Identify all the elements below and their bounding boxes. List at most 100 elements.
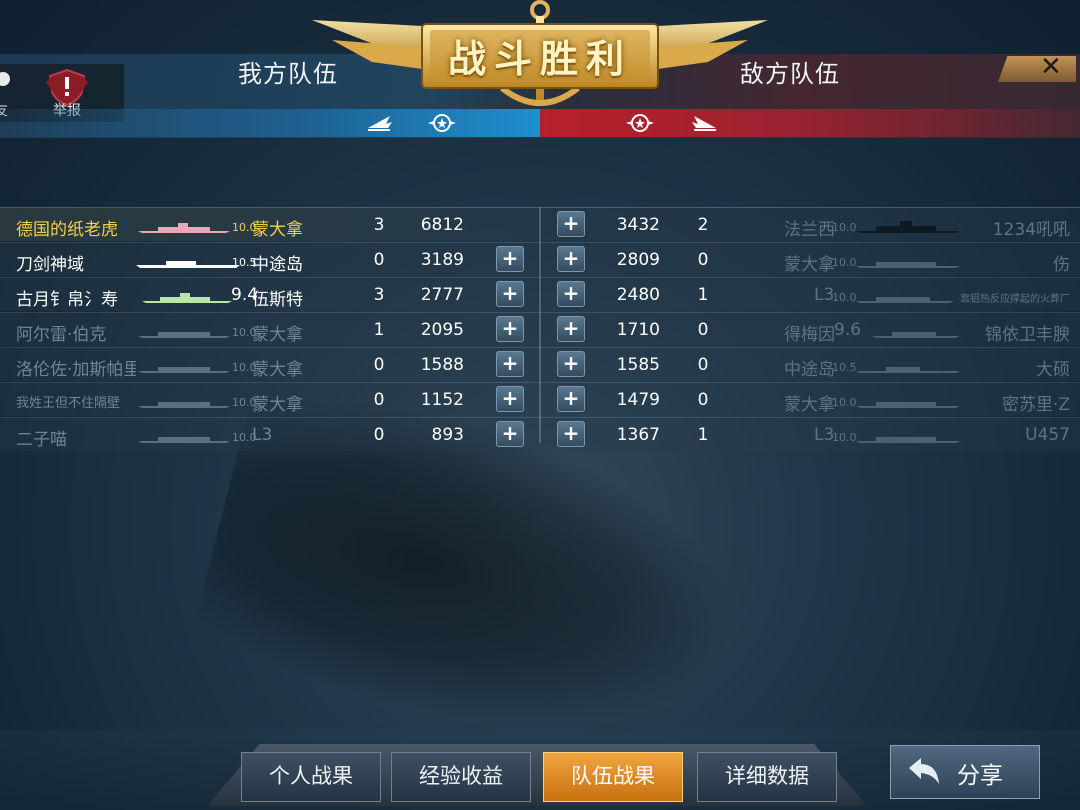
enemy-ship-silhouette-icon	[856, 297, 954, 303]
ship-name: L3	[252, 425, 273, 445]
ship-silhouette-icon	[138, 437, 230, 443]
add-friend-enemy-button[interactable]: +	[557, 281, 585, 307]
ship-silhouette-icon	[138, 402, 230, 408]
ship-name: 蒙大拿	[252, 360, 303, 380]
kills-icon	[368, 116, 392, 131]
add-friend-button[interactable]: +	[496, 281, 524, 307]
enemy-ship-tier: 10.0	[832, 291, 857, 304]
player-name[interactable]: 二子喵	[16, 425, 136, 450]
score-emblem-icon	[428, 114, 456, 132]
enemy-player-name[interactable]: 靠铝热反应撑起的火葬厂	[960, 290, 1070, 305]
enemy-ship-silhouette-icon	[856, 221, 960, 233]
score-value: 1588	[420, 355, 464, 375]
kills-value: 0	[373, 355, 385, 375]
player-name[interactable]: 刀剑神域	[16, 250, 136, 275]
add-friend-enemy-button[interactable]: +	[557, 316, 585, 342]
share-label: 分享	[957, 763, 1003, 789]
enemy-ship-name: 蒙大拿	[784, 395, 835, 415]
scoreboard-row: 刀剑神域 10.5 中途岛 0 3189 + + 2809 0 蒙大拿 10.0…	[0, 242, 1080, 277]
enemy-score-value: 3432	[616, 215, 660, 235]
enemy-ship-silhouette-icon	[856, 402, 960, 408]
enemy-ship-silhouette-icon	[856, 437, 960, 443]
add-friend-enemy-button[interactable]: +	[557, 246, 585, 272]
add-friend-button[interactable]: +	[496, 421, 524, 447]
score-value: 3189	[420, 250, 464, 270]
enemy-kills-icon	[692, 116, 716, 131]
enemy-score-value: 2809	[616, 250, 660, 270]
enemy-score-value: 1710	[616, 320, 660, 340]
scoreboard-row: 阿尔雷·伯克 10.0 蒙大拿 1 2095 + + 1710 0 得梅因 9.…	[0, 312, 1080, 347]
enemy-score-emblem-icon	[626, 114, 654, 132]
ship-name: 蒙大拿	[252, 395, 303, 415]
enemy-ship-tier: 9.6	[834, 320, 862, 340]
player-name[interactable]: 古月钅帛氵寿	[16, 285, 136, 310]
add-friend-button[interactable]: +	[496, 386, 524, 412]
add-friend-enemy-button[interactable]: +	[557, 421, 585, 447]
ship-silhouette-icon	[138, 332, 230, 338]
tab-exp-rewards[interactable]: 经验收益	[391, 752, 531, 802]
enemy-player-name[interactable]: 锦依卫丰腴	[985, 320, 1070, 345]
enemy-kills-value: 2	[697, 215, 709, 235]
player-name[interactable]: 洛伦佐·加斯帕里	[16, 355, 136, 380]
enemy-score-value: 1479	[616, 390, 660, 410]
ship-name: 蒙大拿	[252, 220, 303, 240]
score-value: 1152	[420, 390, 464, 410]
enemy-ship-name: 中途岛	[784, 360, 835, 380]
enemy-kills-value: 1	[697, 285, 709, 305]
add-friend-button[interactable]: +	[496, 351, 524, 377]
enemy-player-name[interactable]: 伤	[1053, 250, 1070, 275]
close-button[interactable]: ✕	[998, 56, 1076, 82]
enemy-score-value: 2480	[616, 285, 660, 305]
score-value: 2095	[420, 320, 464, 340]
share-button[interactable]: 分享	[890, 745, 1040, 799]
close-icon: ✕	[1040, 52, 1062, 82]
enemy-player-name[interactable]: 大硕	[1036, 355, 1070, 380]
victory-title: 战斗胜利	[447, 37, 632, 81]
enemy-player-name[interactable]: U457	[1025, 425, 1070, 445]
add-friend-enemy-button[interactable]: +	[557, 351, 585, 377]
kills-value: 1	[373, 320, 385, 340]
enemy-ship-name: 法兰西	[784, 220, 835, 240]
enemy-ship-silhouette-icon	[872, 332, 960, 338]
add-friend-enemy-button[interactable]: +	[557, 211, 585, 237]
scoreboard-row: 德国的纸老虎 10.0 蒙大拿 3 6812 + 3432 2 法兰西 10.0…	[0, 207, 1080, 242]
enemy-ship-silhouette-icon	[856, 262, 960, 268]
enemy-ship-tier: 10.5	[832, 361, 857, 374]
enemy-kills-value: 0	[697, 250, 709, 270]
player-name[interactable]: 我姓王但不住隔壁	[16, 392, 138, 411]
kills-value: 3	[373, 215, 385, 235]
enemy-ship-silhouette-icon	[856, 367, 960, 373]
player-name[interactable]: 德国的纸老虎	[16, 215, 136, 240]
enemy-kills-value: 0	[697, 355, 709, 375]
scoreboard-row: 我姓王但不住隔壁 10.0 蒙大拿 0 1152 + + 1479 0 蒙大拿 …	[0, 382, 1080, 417]
tab-team-results[interactable]: 队伍战果	[543, 752, 683, 802]
scoreboard: 德国的纸老虎 10.0 蒙大拿 3 6812 + 3432 2 法兰西 10.0…	[0, 207, 1080, 452]
ship-name: 中途岛	[252, 255, 303, 275]
enemy-score-value: 1585	[616, 355, 660, 375]
share-arrow-icon	[909, 758, 939, 784]
our-column-header	[0, 109, 540, 137]
enemy-ship-tier: 10.0	[832, 396, 857, 409]
enemy-ship-tier: 10.0	[832, 431, 857, 444]
score-value: 6812	[420, 215, 464, 235]
ship-silhouette-icon	[136, 261, 240, 268]
add-friend-enemy-button[interactable]: +	[557, 386, 585, 412]
add-friend-button[interactable]: +	[496, 246, 524, 272]
enemy-player-name[interactable]: 1234吼吼	[993, 215, 1070, 240]
tab-detailed-data[interactable]: 详细数据	[697, 752, 837, 802]
enemy-player-name[interactable]: 密苏里·Z	[1002, 390, 1070, 415]
score-value: 2777	[420, 285, 464, 305]
user-icon	[0, 72, 10, 86]
ship-name: 伍斯特	[252, 290, 303, 310]
enemy-ship-name: 蒙大拿	[784, 255, 835, 275]
enemy-ship-tier: 10.0	[832, 221, 857, 234]
enemy-kills-value: 0	[697, 320, 709, 340]
tab-personal-results[interactable]: 个人战果	[241, 752, 381, 802]
ship-name: 蒙大拿	[252, 325, 303, 345]
kills-value: 0	[373, 250, 385, 270]
ship-silhouette-icon	[138, 223, 230, 233]
enemy-column-header	[540, 109, 1080, 137]
add-friend-button[interactable]: +	[496, 316, 524, 342]
player-name[interactable]: 阿尔雷·伯克	[16, 320, 136, 345]
score-value: 893	[431, 425, 464, 445]
